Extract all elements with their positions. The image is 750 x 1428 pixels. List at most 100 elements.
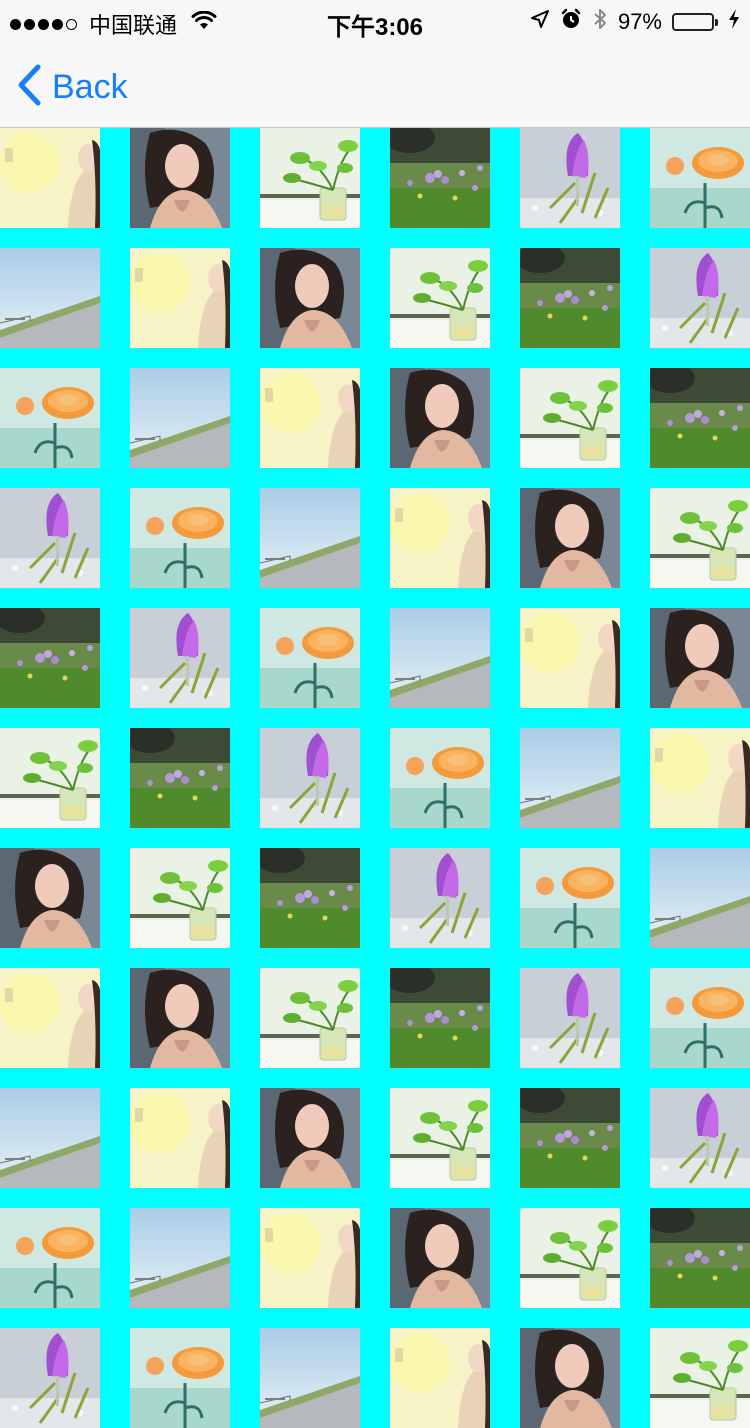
photo-image (520, 608, 620, 708)
photo-image (130, 968, 230, 1068)
photo-thumbnail-road-sky[interactable] (520, 728, 620, 828)
photo-image (130, 848, 230, 948)
photo-thumbnail-plant-glass[interactable] (520, 1208, 620, 1308)
photo-thumbnail-purple-wildflowers[interactable] (130, 728, 230, 828)
photo-thumbnail-girl-dark[interactable] (390, 1208, 490, 1308)
bluetooth-icon (592, 7, 608, 37)
photo-image (260, 1208, 360, 1308)
photo-thumbnail-purple-crocus[interactable] (520, 128, 620, 228)
photo-thumbnail-purple-crocus[interactable] (390, 848, 490, 948)
photo-thumbnail-girl-dark[interactable] (520, 1328, 620, 1428)
photo-thumbnail-orange-flower[interactable] (650, 968, 750, 1068)
photo-image (520, 1088, 620, 1188)
photo-thumbnail-girl-dark[interactable] (390, 368, 490, 468)
photo-thumbnail-purple-crocus[interactable] (130, 608, 230, 708)
photo-thumbnail-plant-glass[interactable] (650, 1328, 750, 1428)
photo-image (650, 128, 750, 228)
photo-thumbnail-girl-light[interactable] (130, 248, 230, 348)
photo-image (0, 608, 100, 708)
photo-thumbnail-girl-dark[interactable] (130, 968, 230, 1068)
photo-thumbnail-plant-glass[interactable] (650, 488, 750, 588)
photo-image (650, 968, 750, 1068)
photo-thumbnail-purple-crocus[interactable] (650, 1088, 750, 1188)
photo-image (260, 488, 360, 588)
photo-thumbnail-girl-light[interactable] (0, 968, 100, 1068)
photo-thumbnail-orange-flower[interactable] (260, 608, 360, 708)
chevron-left-icon (16, 64, 42, 111)
photo-image (130, 728, 230, 828)
photo-thumbnail-purple-wildflowers[interactable] (650, 368, 750, 468)
photo-image (520, 968, 620, 1068)
photo-thumbnail-road-sky[interactable] (130, 1208, 230, 1308)
photo-thumbnail-girl-dark[interactable] (0, 848, 100, 948)
photo-image (390, 848, 490, 948)
photo-thumbnail-girl-light[interactable] (130, 1088, 230, 1188)
photo-thumbnail-girl-light[interactable] (260, 368, 360, 468)
photo-thumbnail-girl-light[interactable] (260, 1208, 360, 1308)
photo-thumbnail-orange-flower[interactable] (130, 488, 230, 588)
photo-image (650, 1208, 750, 1308)
photo-thumbnail-girl-dark[interactable] (260, 248, 360, 348)
photo-thumbnail-girl-dark[interactable] (520, 488, 620, 588)
photo-thumbnail-girl-dark[interactable] (260, 1088, 360, 1188)
navigation-bar: Back (0, 40, 750, 128)
photo-thumbnail-plant-glass[interactable] (520, 368, 620, 468)
photo-thumbnail-plant-glass[interactable] (0, 728, 100, 828)
photo-thumbnail-road-sky[interactable] (260, 1328, 360, 1428)
photo-image (520, 1328, 620, 1428)
photo-thumbnail-road-sky[interactable] (390, 608, 490, 708)
photo-image (650, 848, 750, 948)
photo-thumbnail-purple-crocus[interactable] (260, 728, 360, 828)
photo-thumbnail-purple-wildflowers[interactable] (520, 248, 620, 348)
photo-image (520, 728, 620, 828)
photo-image (390, 968, 490, 1068)
photo-thumbnail-purple-wildflowers[interactable] (650, 1208, 750, 1308)
photo-thumbnail-plant-glass[interactable] (390, 1088, 490, 1188)
photo-thumbnail-purple-crocus[interactable] (0, 1328, 100, 1428)
photo-thumbnail-purple-crocus[interactable] (650, 248, 750, 348)
photo-thumbnail-orange-flower[interactable] (520, 848, 620, 948)
photo-thumbnail-girl-dark[interactable] (650, 608, 750, 708)
photo-image (260, 128, 360, 228)
photo-thumbnail-plant-glass[interactable] (260, 128, 360, 228)
photo-image (520, 488, 620, 588)
photo-thumbnail-orange-flower[interactable] (0, 368, 100, 468)
photo-thumbnail-purple-crocus[interactable] (0, 488, 100, 588)
photo-thumbnail-purple-wildflowers[interactable] (390, 968, 490, 1068)
photo-image (390, 488, 490, 588)
photo-thumbnail-plant-glass[interactable] (390, 248, 490, 348)
photo-thumbnail-plant-glass[interactable] (130, 848, 230, 948)
photo-image (650, 488, 750, 588)
photo-thumbnail-girl-light[interactable] (390, 1328, 490, 1428)
status-bar: 中国联通 下午3:06 97% (0, 0, 750, 41)
photo-image (260, 848, 360, 948)
photo-thumbnail-road-sky[interactable] (0, 248, 100, 348)
photo-thumbnail-orange-flower[interactable] (390, 728, 490, 828)
back-button[interactable]: Back (16, 64, 128, 111)
photo-image (390, 1208, 490, 1308)
photo-thumbnail-girl-dark[interactable] (130, 128, 230, 228)
photo-image (520, 248, 620, 348)
photo-thumbnail-road-sky[interactable] (260, 488, 360, 588)
photo-image (130, 368, 230, 468)
photo-thumbnail-road-sky[interactable] (130, 368, 230, 468)
photo-thumbnail-girl-light[interactable] (650, 728, 750, 828)
photo-image (260, 368, 360, 468)
photo-image (650, 1328, 750, 1428)
photo-thumbnail-purple-wildflowers[interactable] (0, 608, 100, 708)
photo-thumbnail-purple-wildflowers[interactable] (390, 128, 490, 228)
photo-thumbnail-road-sky[interactable] (650, 848, 750, 948)
photo-thumbnail-girl-light[interactable] (520, 608, 620, 708)
photo-thumbnail-girl-light[interactable] (0, 128, 100, 228)
photo-thumbnail-purple-wildflowers[interactable] (520, 1088, 620, 1188)
photo-image (130, 1328, 230, 1428)
photo-thumbnail-orange-flower[interactable] (130, 1328, 230, 1428)
photo-thumbnail-road-sky[interactable] (0, 1088, 100, 1188)
photo-thumbnail-orange-flower[interactable] (650, 128, 750, 228)
photo-thumbnail-girl-light[interactable] (390, 488, 490, 588)
photo-image (260, 608, 360, 708)
photo-thumbnail-purple-crocus[interactable] (520, 968, 620, 1068)
photo-thumbnail-orange-flower[interactable] (0, 1208, 100, 1308)
photo-thumbnail-purple-wildflowers[interactable] (260, 848, 360, 948)
photo-thumbnail-plant-glass[interactable] (260, 968, 360, 1068)
